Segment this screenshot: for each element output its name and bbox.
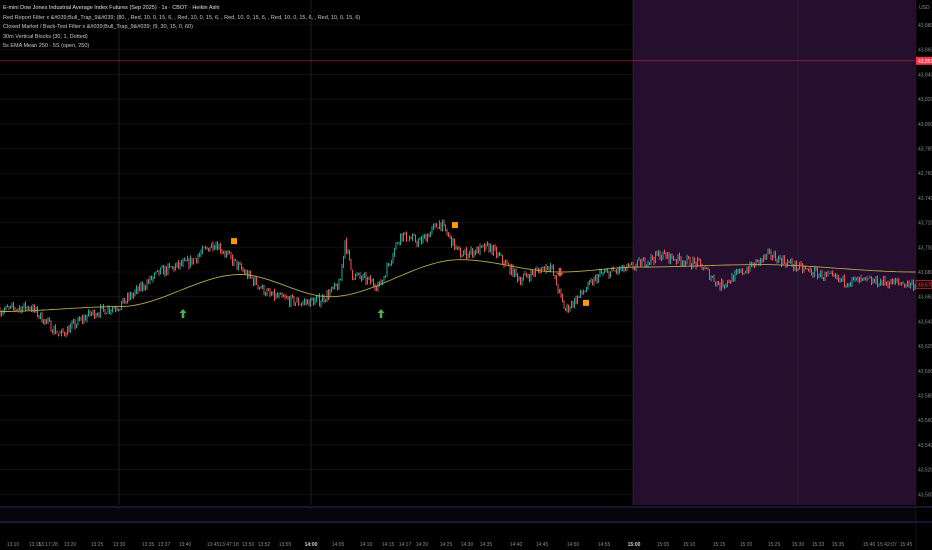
indicator-legend-item[interactable]: Red Report Filter x &#039;Bull_Trap_9&#0… [3,14,360,24]
time-tick-label: 13:17:28 [38,542,58,548]
last-price-label: 43,670 [918,282,932,288]
time-tick-label: 14:17 [399,542,412,548]
time-tick-label: 13:52 [258,542,271,548]
time-tick-label: 14:50 [567,542,580,548]
price-tick-label: 43,820 [918,97,932,103]
time-tick-label: 15:05 [657,542,670,548]
time-tick-label: 15:35 [832,542,845,548]
time-tick-label: 15:30 [792,542,805,548]
price-tick-label: 43,840 [918,72,932,78]
time-tick-label: 13:37 [158,542,171,548]
chart-legend: E-mini Dow Jones Industrial Average Inde… [3,4,360,52]
price-tick-label: 43,620 [918,344,932,350]
time-tick-label: 14:00 [305,542,318,548]
time-tick-label: 15:42:07 [877,542,897,548]
time-tick-label: 13:50 [242,542,255,548]
flag-marker [231,238,237,245]
flag-marker [452,222,458,229]
time-tick-label: 13:20 [64,542,77,548]
indicator-legend-item[interactable]: 5s EMA Mean 250 · 5S (open, 250) [3,42,360,52]
time-tick-label: 15:15 [713,542,726,548]
time-tick-label: 14:45 [536,542,549,548]
price-tick-label: 43,800 [918,122,932,128]
price-tick-label: 43,600 [918,369,932,375]
time-tick-label: 13:35 [142,542,155,548]
time-tick-label: 14:10 [360,542,373,548]
price-tick-label: 43,780 [918,147,932,153]
price-tick-label: 43,660 [918,295,932,301]
time-tick-label: 15:10 [683,542,696,548]
price-tick-label: 43,580 [918,394,932,400]
time-tick-label: 13:30 [113,542,126,548]
price-tick-label: 43,640 [918,319,932,325]
indicator-pane [0,507,916,524]
time-tick-label: 13:45 [207,542,220,548]
alert-price-label: 43,851 [918,59,932,65]
time-tick-label: 13:40 [179,542,192,548]
price-tick-label: 43,540 [918,443,932,449]
price-tick-label: 43,880 [918,23,932,29]
time-tick-label: 14:05 [332,542,345,548]
time-tick-label: 14:15 [382,542,395,548]
time-tick-label: 13:55 [279,542,292,548]
symbol-title[interactable]: E-mini Dow Jones Industrial Average Inde… [3,4,360,14]
time-tick-label: 13:47:18 [219,542,239,548]
time-tick-label: 14:20 [416,542,429,548]
time-tick-label: 15:20 [740,542,753,548]
time-tick-label: 15:40 [863,542,876,548]
price-tick-label: 43,720 [918,221,932,227]
price-tick-label: 43,560 [918,418,932,424]
time-tick-label: 14:40 [510,542,523,548]
price-tick-label: 43,760 [918,171,932,177]
price-tick-label: 43,740 [918,196,932,202]
price-tick-label: 43,860 [918,48,932,54]
currency-label: USD [919,5,930,11]
price-tick-label: 43,520 [918,468,932,474]
time-tick-label: 15:25 [768,542,781,548]
price-chart[interactable]: USD 43,880 43,860 43,840 43,820 43,800 43,780 4… [0,0,932,550]
time-tick-label: 15:45 [900,542,913,548]
price-tick-label: 43,500 [918,492,932,498]
indicator-legend-item[interactable]: Closed Market / Back-Test Filter x &#039… [3,23,360,33]
price-tick-label: 43,680 [918,270,932,276]
time-tick-label: 14:35 [480,542,493,548]
time-tick-label: 15:00 [628,542,641,548]
time-tick-label: 13:10 [7,542,20,548]
price-tick-label: 43,700 [918,245,932,251]
time-tick-label: 14:55 [598,542,611,548]
time-tick-label: 14:25 [440,542,453,548]
time-tick-label: 15:33 [812,542,825,548]
indicator-legend-item[interactable]: 30m Vertical Blocks (30, 1, Dotted) [3,33,360,43]
time-tick-label: 14:30 [461,542,474,548]
time-tick-label: 13:25 [91,542,104,548]
flag-marker [583,299,589,306]
